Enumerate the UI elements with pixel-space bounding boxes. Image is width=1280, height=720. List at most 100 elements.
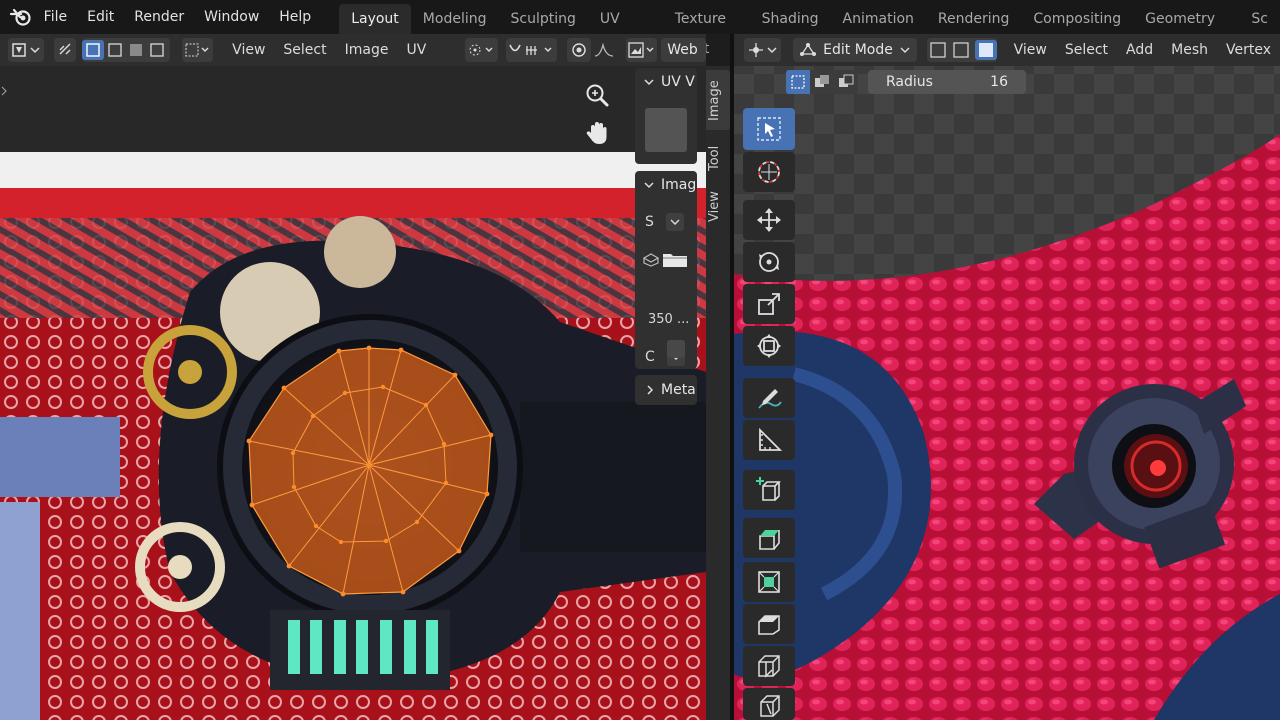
tab-view[interactable]: View [706,184,730,230]
transform-icon [757,334,781,358]
npanel-tab-strip: Image Tool View [706,66,730,720]
selection-mode-buttons [786,70,860,94]
tool-measure[interactable] [743,420,795,460]
hand-icon[interactable] [582,118,612,148]
tab-uv-editing[interactable]: UV Editing [588,4,663,57]
rotate-icon [759,252,779,272]
sticky-mode-icon[interactable] [182,38,214,62]
panel-metadata-header[interactable]: Meta [635,375,697,405]
panel-uv-vertex-title: UV V [661,74,695,90]
editor-type-button[interactable] [8,38,45,62]
file-row [641,247,691,271]
radius-field[interactable]: Radius 16 [868,70,1026,94]
menu-add[interactable]: Add [1117,42,1162,58]
tool-annotate[interactable] [743,378,795,418]
panel-image-header[interactable]: Imag [635,171,697,199]
sync-selection-icon[interactable] [54,38,77,62]
image-size-value: 350 ... [648,312,690,327]
loopcut-icon [758,655,780,678]
editor-type-button[interactable] [744,38,782,62]
tool-cursor[interactable] [743,152,795,192]
select-mode-group [82,38,171,62]
tab-geometry-nodes[interactable]: Geometry Nodes [1133,4,1239,57]
alpha-checkbox[interactable] [667,340,685,358]
blender-logo-icon[interactable] [8,0,34,34]
tool-loop-cut[interactable] [743,646,795,686]
main-menu: File Edit Render Window Help [34,0,322,34]
pack-icon[interactable] [641,251,661,267]
tool-bevel[interactable] [743,604,795,644]
menu-file[interactable]: File [34,0,77,34]
3d-viewport-area[interactable]: Edit Mode View Select Add Mesh Vertex Ra… [734,34,1280,720]
uv-editor-header: View Select Image UV Web [0,34,706,66]
tab-layout[interactable]: Layout [339,4,411,34]
source-row: S [645,213,684,231]
menu-image[interactable]: Image [336,42,398,58]
toolbar-expand-icon[interactable] [0,84,8,98]
menu-vertex[interactable]: Vertex [1217,42,1280,58]
falloff-icon[interactable] [593,38,617,62]
select-extend-icon[interactable] [810,70,834,94]
tab-texture-paint[interactable]: Texture Paint [663,4,750,57]
chevron-right-icon [647,385,654,395]
tool-inset[interactable] [743,562,795,602]
tab-sculpting[interactable]: Sculpting [498,4,587,34]
menu-mesh[interactable]: Mesh [1162,42,1217,58]
tab-shading[interactable]: Shading [750,4,831,34]
tool-extrude[interactable] [743,518,795,558]
add-cube-icon [756,477,781,501]
tab-animation[interactable]: Animation [831,4,926,34]
tab-modeling[interactable]: Modeling [411,4,499,34]
mode-selector[interactable]: Edit Mode [793,38,917,62]
panel-image-title: Imag [661,177,697,193]
menu-view[interactable]: View [223,42,274,58]
tool-transform[interactable] [743,326,795,366]
tool-scale[interactable] [743,284,795,324]
uv-image-canvas[interactable] [0,152,706,720]
radius-value: 16 [990,74,1008,90]
proportional-edit-icon[interactable] [567,38,591,62]
tab-scripting[interactable]: Sc [1239,4,1280,34]
vertex-edge-face-icons[interactable] [927,40,997,60]
image-browse-icon[interactable] [626,38,658,62]
menu-edit[interactable]: Edit [77,0,124,34]
pivot-point-icon[interactable] [465,38,499,62]
image-name-field[interactable]: Web [661,38,706,62]
tool-move[interactable] [743,200,795,240]
menu-help[interactable]: Help [269,0,321,34]
uv-vertex-field[interactable] [645,108,687,152]
tab-compositing[interactable]: Compositing [1021,4,1133,34]
panel-uv-vertex-header[interactable]: UV V [635,68,697,96]
tool-select-box[interactable] [743,108,795,150]
menu-render[interactable]: Render [124,0,194,34]
select-mode-icons[interactable] [82,40,170,60]
select-new-icon[interactable] [786,70,810,94]
menu-uv[interactable]: UV [397,42,435,58]
viewport-header: Edit Mode View Select Add Mesh Vertex [734,34,1280,66]
zoom-icon[interactable] [582,80,612,110]
tool-knife[interactable] [743,688,795,720]
menu-view[interactable]: View [1005,42,1056,58]
move-icon [757,208,781,232]
annotate-icon [758,389,782,409]
edit-mode-icon [800,43,817,56]
source-label: S [645,214,654,230]
menu-select[interactable]: Select [1056,42,1117,58]
source-dropdown[interactable] [665,213,684,231]
snap-icon[interactable] [506,38,557,62]
tab-tool[interactable]: Tool [706,136,730,180]
chevron-down-icon [644,79,654,86]
folder-icon[interactable] [661,249,689,269]
tab-rendering[interactable]: Rendering [926,4,1022,34]
menu-select[interactable]: Select [274,42,335,58]
menu-window[interactable]: Window [194,0,269,34]
panel-image: Imag S 350 ... C [635,171,697,369]
radius-label: Radius [886,74,933,90]
tab-image[interactable]: Image [706,70,730,130]
colorspace-label: C [645,349,655,365]
tool-rotate[interactable] [743,242,795,282]
chevron-down-icon [900,47,910,53]
select-subtract-icon[interactable] [834,70,858,94]
tool-add-cube[interactable] [743,470,795,510]
knife-icon [760,695,780,717]
